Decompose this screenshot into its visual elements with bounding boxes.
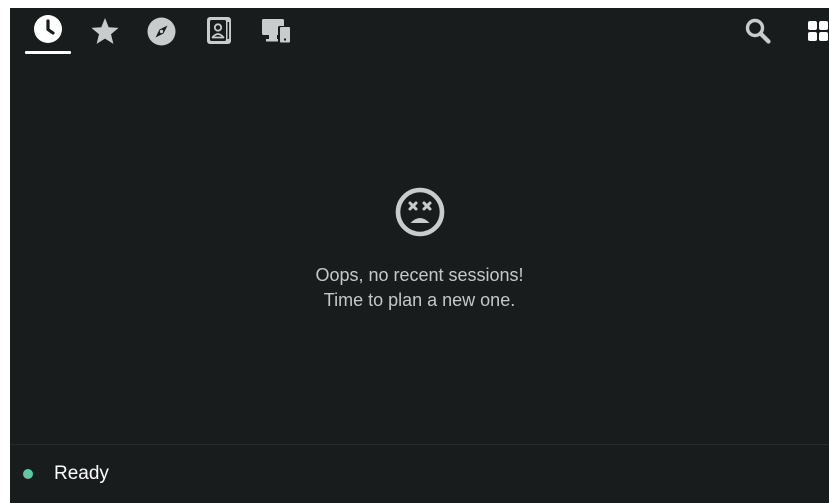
status-bar: Ready <box>10 444 829 503</box>
compass-icon <box>147 17 176 46</box>
grid-icon <box>807 21 829 44</box>
search-button[interactable] <box>745 18 771 49</box>
status-indicator-dot <box>23 469 33 479</box>
star-icon <box>90 17 120 45</box>
apps-grid-button[interactable] <box>807 20 829 44</box>
app-window: Oops, no recent sessions! Time to plan a… <box>10 8 829 503</box>
empty-message-line1: Oops, no recent sessions! <box>315 265 524 285</box>
contact-card-icon <box>206 16 233 45</box>
tab-contacts[interactable] <box>202 16 236 56</box>
status-text: Ready <box>54 463 109 484</box>
dizzy-face-icon <box>394 186 446 243</box>
tab-recent[interactable] <box>25 14 71 54</box>
empty-message: Oops, no recent sessions! Time to plan a… <box>315 263 523 313</box>
tab-devices[interactable] <box>258 18 294 58</box>
active-tab-indicator <box>25 51 71 54</box>
empty-state: Oops, no recent sessions! Time to plan a… <box>10 186 829 313</box>
tab-favorites[interactable] <box>88 17 122 57</box>
empty-message-line2: Time to plan a new one. <box>323 290 516 310</box>
top-toolbar <box>10 8 829 54</box>
clock-icon <box>33 14 63 44</box>
search-icon <box>745 18 771 48</box>
tab-explore[interactable] <box>144 17 178 57</box>
devices-icon <box>260 18 292 44</box>
